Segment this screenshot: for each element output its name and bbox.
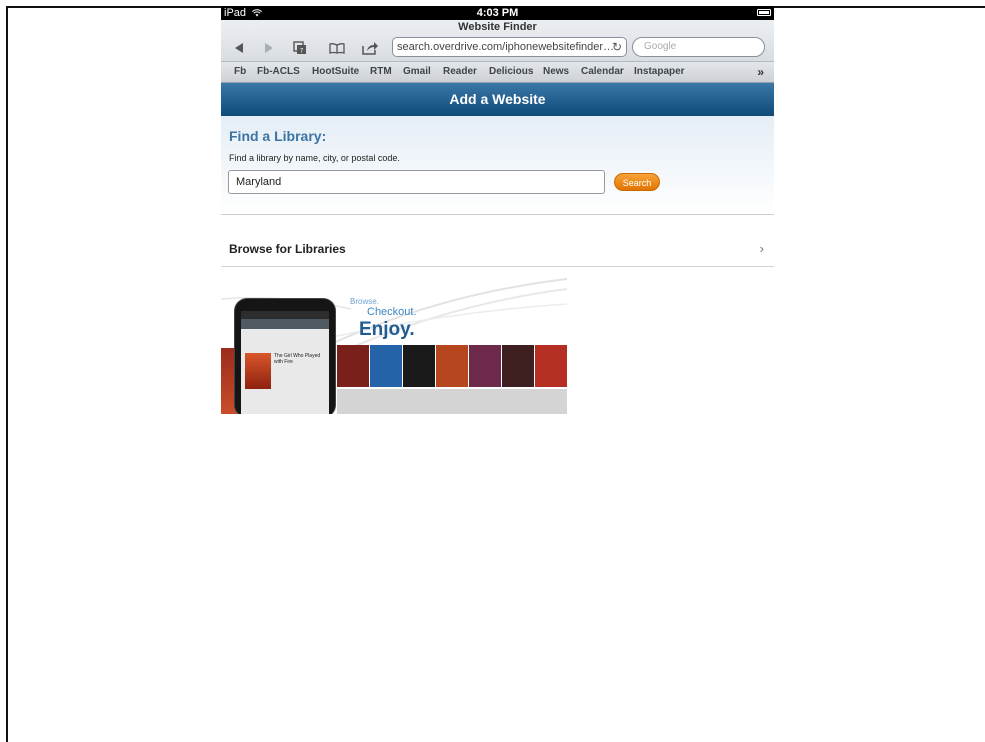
browse-libraries-label: Browse for Libraries (229, 242, 346, 256)
share-button[interactable] (360, 39, 380, 57)
phone-player-bar (241, 319, 329, 329)
book-cover (502, 345, 534, 387)
bookmark-fb-acls[interactable]: Fb-ACLS (257, 62, 300, 82)
battery-icon (757, 9, 771, 16)
reload-icon[interactable]: ↻ (612, 38, 622, 56)
back-arrow-icon (235, 43, 243, 53)
book-covers-collage (337, 345, 567, 414)
find-library-hint: Find a library by name, city, or postal … (229, 153, 400, 163)
page-header: Add a Website (221, 83, 774, 116)
bookmark-hootsuite[interactable]: HootSuite (312, 62, 359, 82)
bookmark-delicious[interactable]: Delicious (489, 62, 533, 82)
book-covers-shelf (337, 389, 567, 414)
share-icon (362, 42, 378, 55)
url-text: search.overdrive.com/iphonewebsitefinder… (397, 41, 615, 53)
status-bar: iPad 4:03 PM (221, 6, 774, 20)
bookmarks-button[interactable] (327, 39, 347, 57)
promo-browse: Browse. (350, 297, 379, 306)
browser-toolbar: 7 search.overdrive.com/iphonewebsitefind… (221, 35, 774, 61)
find-library-title: Find a Library: (229, 128, 327, 144)
search-button[interactable]: Search (614, 173, 660, 191)
book-cover-image (245, 353, 271, 389)
phone-status-bar (241, 311, 329, 319)
forward-arrow-icon (265, 43, 273, 53)
tabs-button[interactable]: 7 (290, 39, 310, 57)
address-bar[interactable]: search.overdrive.com/iphonewebsitefinder… (392, 37, 627, 57)
phone-image: The Girl Who Played with Fire (235, 299, 335, 414)
find-library-section: Find a Library: Find a library by name, … (221, 116, 774, 215)
bookmark-calendar[interactable]: Calendar (581, 62, 624, 82)
chevron-right-icon: › (759, 241, 764, 256)
bookmark-news[interactable]: News (543, 62, 569, 82)
page-title: Website Finder (458, 21, 537, 33)
book-cover (403, 345, 435, 387)
bookmark-reader[interactable]: Reader (443, 62, 477, 82)
book-cover (469, 345, 501, 387)
bookmarks-bar: Fb Fb-ACLS HootSuite RTM Gmail Reader De… (221, 61, 774, 82)
book-cover (436, 345, 468, 387)
phone-screen: The Girl Who Played with Fire (241, 311, 329, 414)
book-icon (329, 43, 345, 54)
forward-button[interactable] (259, 39, 279, 57)
browser-chrome: Website Finder 7 search.overdrive.com/ip… (221, 20, 774, 83)
pages-icon: 7 (293, 41, 306, 55)
book-cover (535, 345, 567, 387)
library-search-input[interactable]: Maryland (228, 170, 605, 194)
promo-banner[interactable]: The Girl Who Played with Fire Browse. Ch… (221, 274, 567, 414)
bookmark-instapaper[interactable]: Instapaper (634, 62, 685, 82)
promo-enjoy: Enjoy. (359, 319, 415, 340)
status-time: 4:03 PM (476, 7, 519, 19)
phone-book-title: The Girl Who Played with Fire (274, 353, 321, 365)
book-cover (370, 345, 402, 387)
google-search-field[interactable]: Google (632, 37, 765, 57)
promo-checkout: Checkout. (367, 306, 417, 318)
bookmark-gmail[interactable]: Gmail (403, 62, 431, 82)
back-button[interactable] (229, 39, 249, 57)
ipad-screen: iPad 4:03 PM Website Finder 7 search.ove… (221, 6, 774, 742)
browse-libraries-row[interactable]: Browse for Libraries › (221, 233, 774, 267)
bookmark-fb[interactable]: Fb (234, 62, 246, 82)
book-cover (337, 345, 369, 387)
bookmark-rtm[interactable]: RTM (370, 62, 392, 82)
more-bookmarks-button[interactable]: » (757, 62, 764, 82)
